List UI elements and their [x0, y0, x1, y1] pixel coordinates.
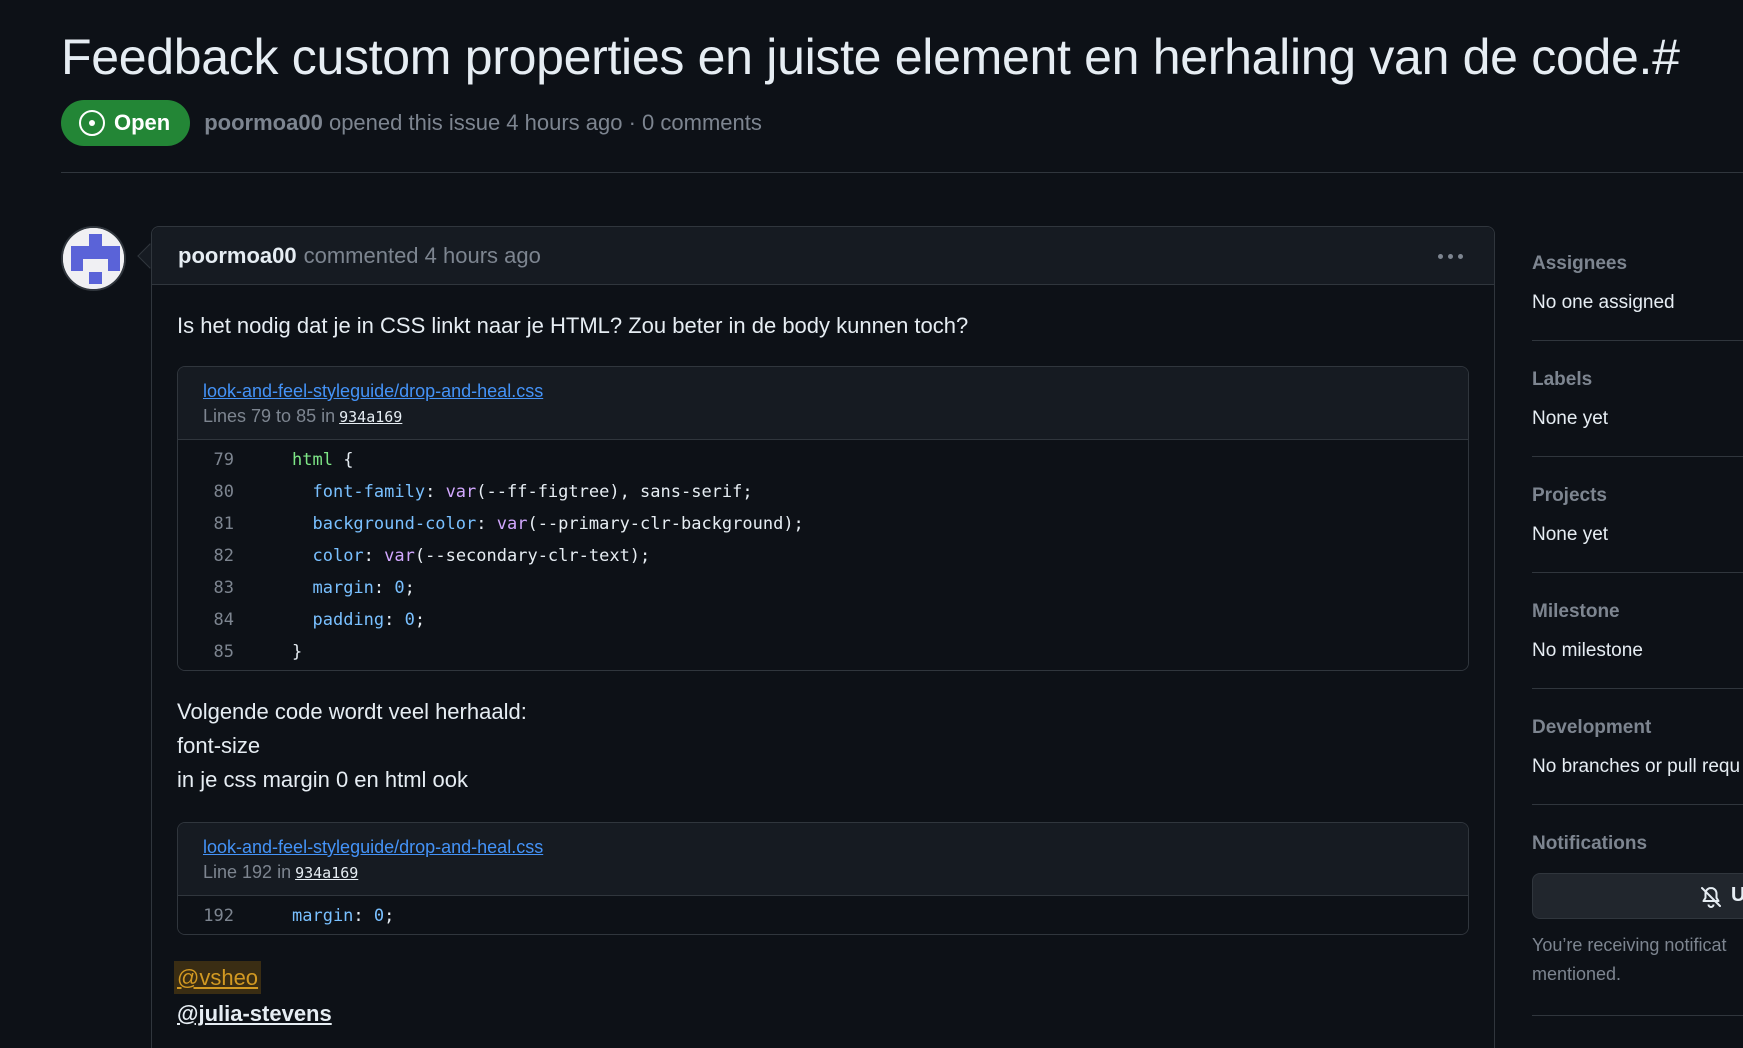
issue-sidebar: Assignees No one assigned Labels None ye… — [1532, 226, 1743, 1016]
comment-body: Is het nodig dat je in CSS linkt naar je… — [152, 313, 1494, 1033]
sidebar-label[interactable]: Assignees — [1532, 253, 1743, 275]
line-number[interactable]: 80 — [178, 482, 234, 502]
code-line: 192 margin: 0; — [178, 900, 1468, 932]
code-line: 83 margin: 0; — [178, 572, 1468, 604]
notification-reason-line: You’re receiving notificat — [1532, 935, 1727, 955]
snippet-range-text: Line 192 in — [203, 862, 292, 882]
sidebar-value: None yet — [1532, 408, 1609, 429]
snippet-file-link[interactable]: look-and-feel-styleguide/drop-and-heal.c… — [203, 381, 1443, 402]
identicon-icon — [63, 228, 124, 289]
status-label: Open — [114, 110, 171, 135]
code-snippet: look-and-feel-styleguide/drop-and-heal.c… — [177, 822, 1469, 935]
comment-meta[interactable]: commented 4 hours ago — [304, 243, 541, 269]
code-line: 81 background-color: var(--primary-clr-b… — [178, 508, 1468, 540]
line-number[interactable]: 82 — [178, 546, 234, 566]
commit-sha-link[interactable]: 934a169 — [295, 864, 358, 882]
code-line: 82 color: var(--secondary-clr-text); — [178, 540, 1468, 572]
line-number[interactable]: 79 — [178, 450, 234, 470]
sidebar-milestone: Milestone No milestone — [1532, 573, 1743, 689]
text-line: Volgende code wordt veel herhaald: — [177, 699, 527, 724]
snippet-range: Lines 79 to 85 in 934a169 — [203, 406, 1443, 427]
issue-opened-icon — [79, 110, 105, 136]
line-code: padding: 0; — [312, 610, 426, 630]
sidebar-label: Notifications — [1532, 833, 1648, 854]
sidebar-value: No one assigned — [1532, 292, 1675, 313]
user-mention-link[interactable]: @julia-stevens — [177, 997, 332, 1030]
sidebar-value: No milestone — [1532, 640, 1643, 661]
code-line: 85} — [178, 636, 1468, 668]
avatar[interactable] — [61, 226, 126, 291]
snippet-range: Line 192 in 934a169 — [203, 862, 1443, 883]
line-number[interactable]: 83 — [178, 578, 234, 598]
sidebar-value: No branches or pull requ — [1532, 756, 1741, 777]
more-options-icon[interactable] — [1430, 241, 1470, 271]
line-code: } — [292, 642, 303, 662]
comment-paragraph: Is het nodig dat je in CSS linkt naar je… — [177, 313, 969, 338]
commit-sha-link[interactable]: 934a169 — [339, 408, 402, 426]
line-number[interactable]: 192 — [178, 906, 234, 926]
line-number[interactable]: 81 — [178, 514, 234, 534]
notification-reason: You’re receiving notificat mentioned. — [1532, 931, 1743, 989]
issue-author-link[interactable]: poormoa00 — [204, 110, 323, 135]
line-number[interactable]: 84 — [178, 610, 234, 630]
sidebar-projects: Projects None yet — [1532, 457, 1743, 573]
unsubscribe-label: U — [1731, 884, 1743, 906]
snippet-range-text: Lines 79 to 85 in — [203, 406, 336, 426]
comment-header: poormoa00 commented 4 hours ago — [152, 227, 1494, 285]
code-snippet: look-and-feel-styleguide/drop-and-heal.c… — [177, 366, 1469, 671]
issue-title-row: Feedback custom properties en juiste ele… — [61, 28, 1680, 86]
header-divider — [61, 172, 1743, 173]
line-code: margin: 0; — [312, 578, 415, 598]
snippet-file-link[interactable]: look-and-feel-styleguide/drop-and-heal.c… — [203, 837, 1443, 858]
bell-slash-icon — [1701, 887, 1721, 908]
sidebar-assignees: Assignees No one assigned — [1532, 226, 1743, 341]
sidebar-value: None yet — [1532, 524, 1609, 545]
line-code: font-family: var(--ff-figtree), sans-ser… — [312, 482, 753, 502]
comment-box: poormoa00 commented 4 hours ago Is het n… — [151, 226, 1495, 1048]
sidebar-label[interactable]: Milestone — [1532, 601, 1743, 623]
code-block: 79 html { 80 font-family: var(--ff-figtree… — [178, 440, 1468, 670]
text-line: font-size — [177, 733, 261, 758]
text-line: in je css margin 0 en html ook — [177, 767, 469, 792]
line-code: margin: 0; — [292, 906, 395, 926]
sidebar-label[interactable]: Development — [1532, 717, 1743, 739]
notification-reason-line: mentioned. — [1532, 964, 1622, 984]
issue-meta-text: poormoa00 opened this issue 4 hours ago … — [204, 110, 762, 136]
code-block: 192 margin: 0; — [178, 896, 1468, 934]
issue-meta: Open poormoa00 opened this issue 4 hours… — [61, 100, 762, 146]
status-badge: Open — [61, 100, 191, 146]
sidebar-label[interactable]: Labels — [1532, 369, 1743, 391]
sidebar-labels: Labels None yet — [1532, 341, 1743, 457]
comment-paragraph-2: Volgende code wordt veel herhaald: font-… — [177, 695, 1469, 797]
snippet-header: look-and-feel-styleguide/drop-and-heal.c… — [178, 823, 1468, 896]
issue-title: Feedback custom properties en juiste ele… — [61, 29, 1653, 85]
snippet-header: look-and-feel-styleguide/drop-and-heal.c… — [178, 367, 1468, 440]
sidebar-development: Development No branches or pull requ — [1532, 689, 1743, 805]
unsubscribe-button[interactable]: U — [1532, 873, 1743, 919]
line-code: background-color: var(--primary-clr-back… — [312, 514, 804, 534]
code-line: 80 font-family: var(--ff-figtree), sans-… — [178, 476, 1468, 508]
comment-author-link[interactable]: poormoa00 — [178, 243, 297, 269]
code-line: 84 padding: 0; — [178, 604, 1468, 636]
line-code: color: var(--secondary-clr-text); — [312, 546, 651, 566]
user-mention-link[interactable]: @vsheo — [174, 961, 262, 994]
sidebar-notifications: Notifications U You’re receiving notific… — [1532, 805, 1743, 1016]
issue-number: # — [1652, 29, 1680, 85]
sidebar-label[interactable]: Projects — [1532, 485, 1743, 507]
line-number[interactable]: 85 — [178, 642, 234, 662]
code-line: 79 html { — [178, 444, 1468, 476]
mentions: @vsheo @julia-stevens — [174, 961, 1469, 1033]
line-code: html { — [292, 450, 354, 470]
issue-meta-rest: opened this issue 4 hours ago · 0 commen… — [328, 110, 762, 135]
